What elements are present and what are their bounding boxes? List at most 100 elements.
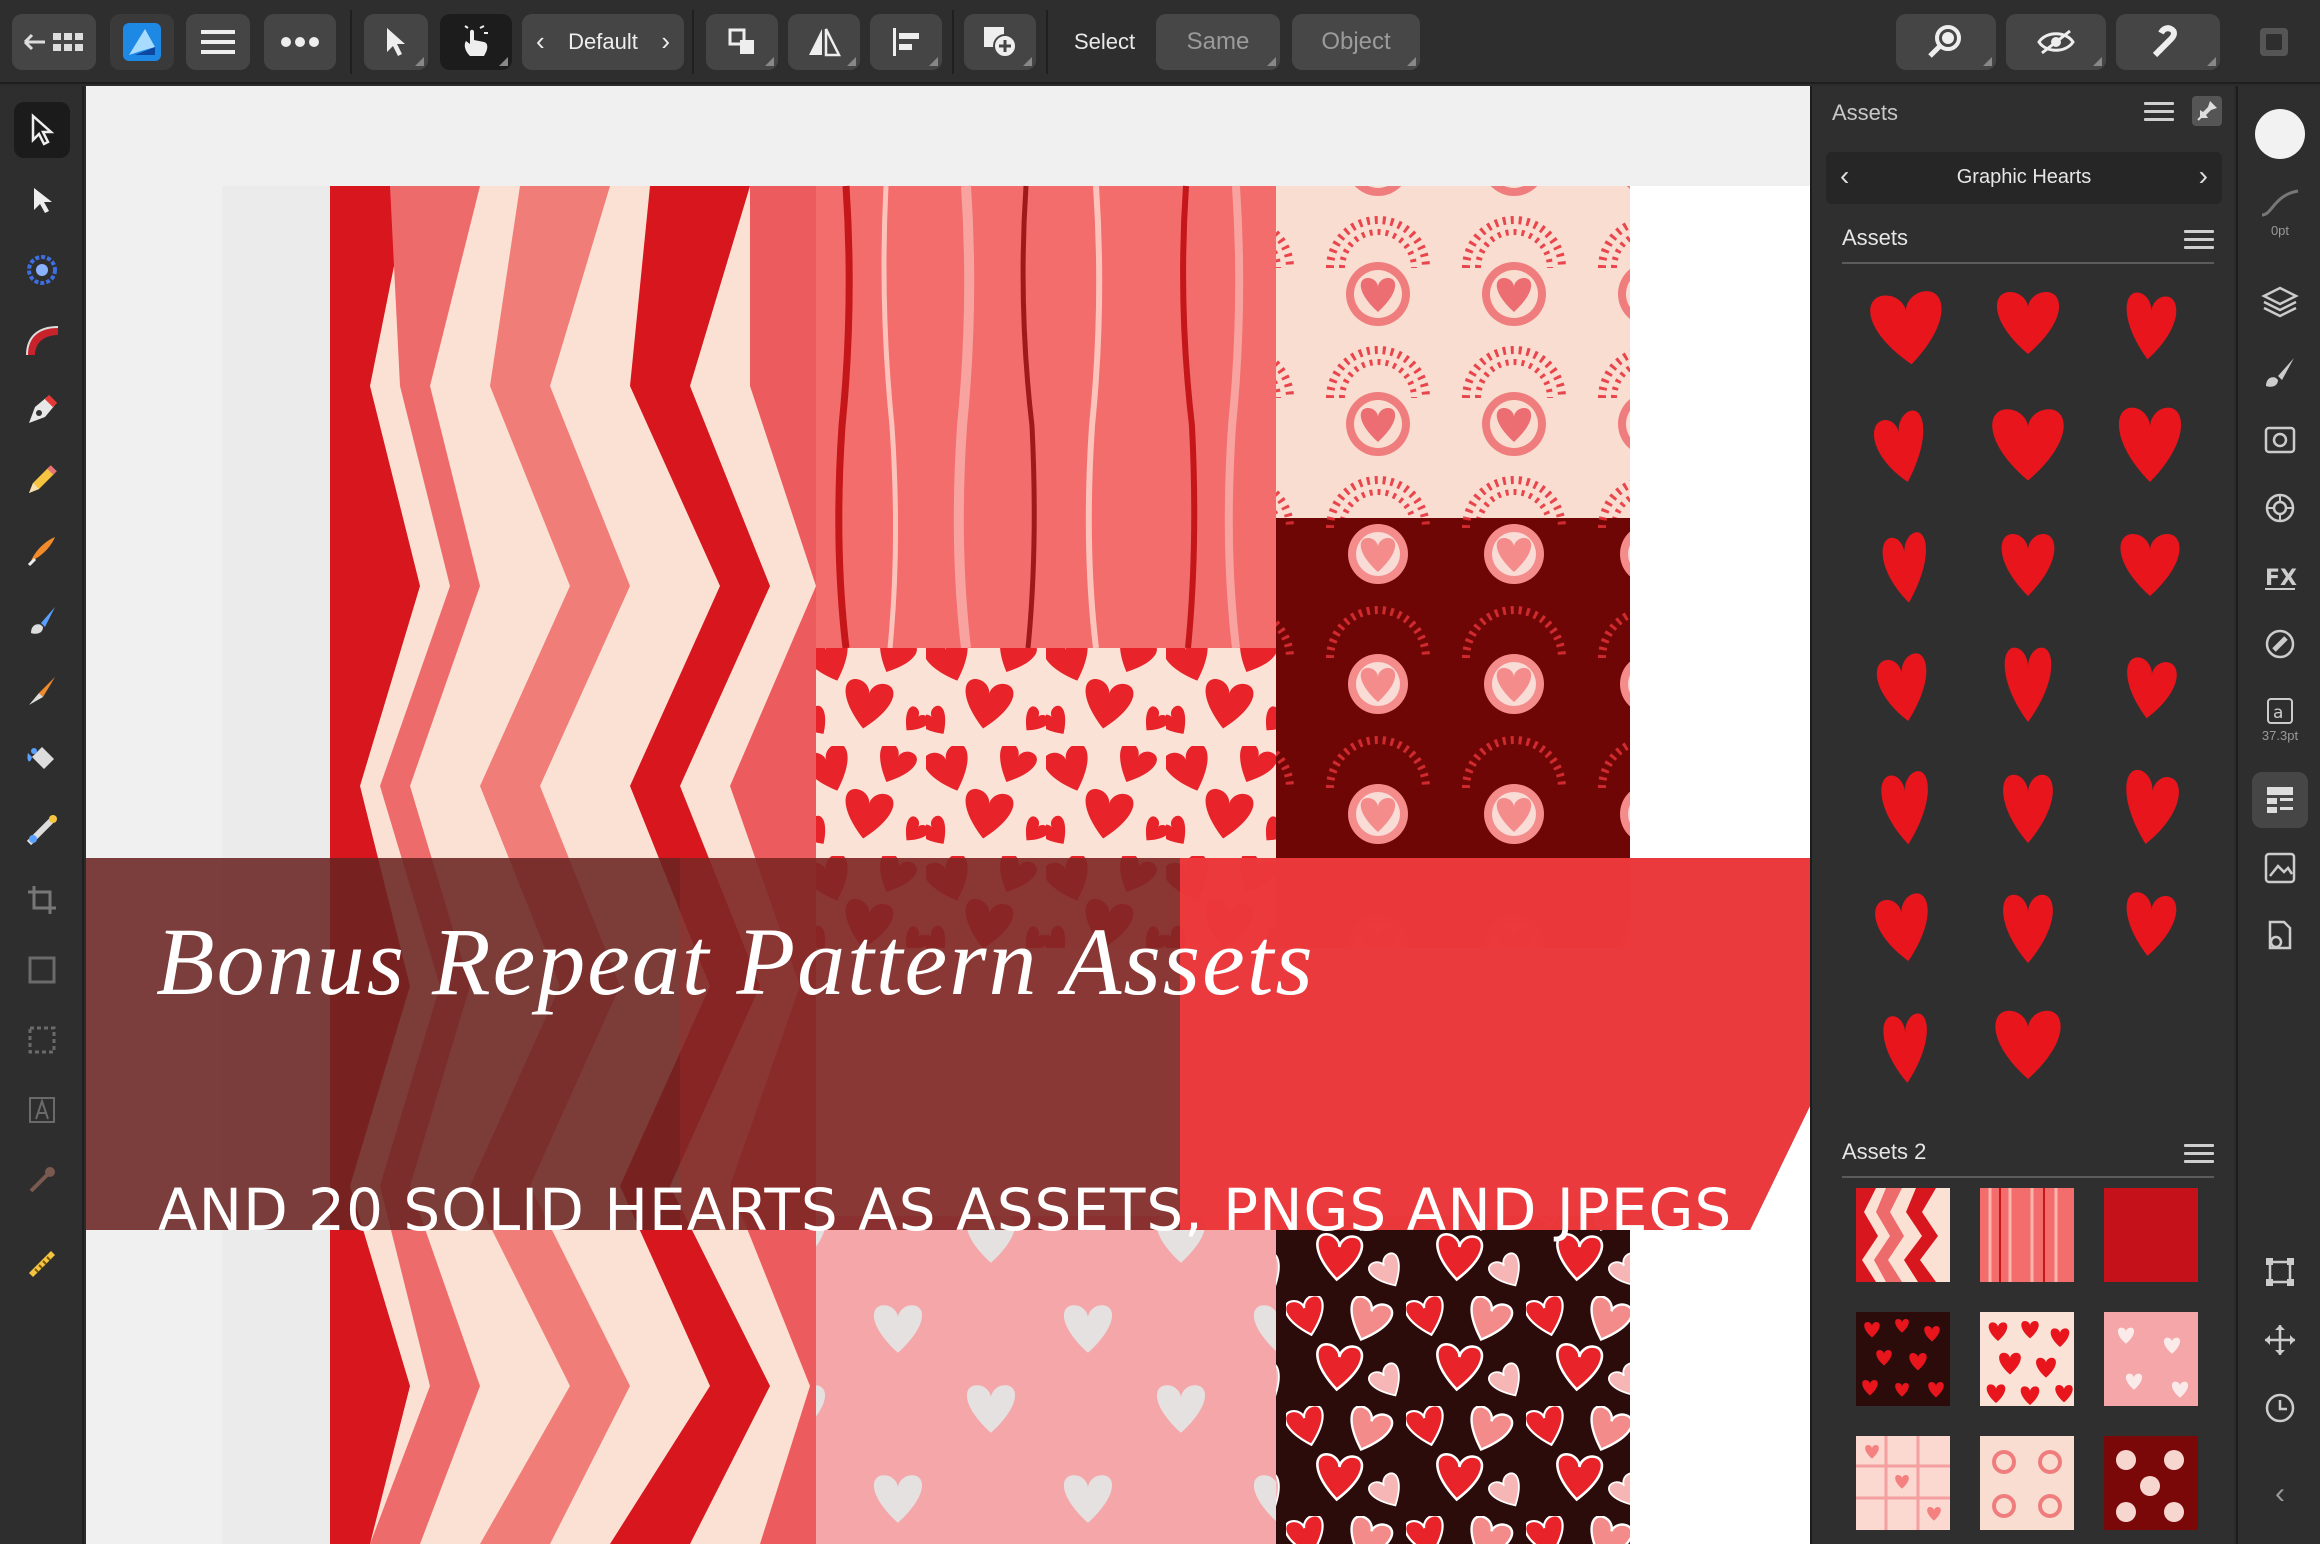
heart-asset-20[interactable] <box>1995 1010 2061 1079</box>
boolean-add-button[interactable] <box>964 14 1036 70</box>
node-tool[interactable] <box>14 172 70 228</box>
heart-asset-5[interactable] <box>1992 409 2064 481</box>
brushes-panel-button[interactable] <box>2252 344 2308 400</box>
pencil-curve-tool[interactable] <box>14 312 70 368</box>
pattern-thumb-dark-rings[interactable] <box>2104 1436 2198 1530</box>
heart-asset-18[interactable] <box>2122 890 2178 960</box>
heart-asset-19[interactable] <box>1882 1012 1930 1086</box>
heart-asset-14[interactable] <box>2003 774 2053 843</box>
gradient-tool[interactable] <box>14 802 70 858</box>
view-zoom-button[interactable] <box>1896 14 1996 70</box>
chevron-left-icon[interactable]: ‹ <box>536 26 545 57</box>
pencil-tool[interactable] <box>14 452 70 508</box>
document-window-button[interactable] <box>2252 22 2296 62</box>
heart-asset-13[interactable] <box>1880 769 1932 849</box>
transparency-panel-button[interactable] <box>2252 616 2308 672</box>
appearance-panel-button[interactable] <box>2252 412 2308 468</box>
heart-asset-16[interactable] <box>1873 891 1935 967</box>
fill-color-swatch[interactable] <box>2252 106 2308 162</box>
pattern-thumb-pink-hearts[interactable] <box>2104 1312 2198 1406</box>
gradient-icon <box>26 815 57 846</box>
section-menu-icon[interactable] <box>2184 230 2214 250</box>
arrange-button[interactable] <box>706 14 778 70</box>
pattern-thumb-red-hearts[interactable] <box>1980 1312 2074 1406</box>
layers-icon <box>2261 286 2299 318</box>
crop-tool[interactable] <box>14 872 70 928</box>
touch-mode-button[interactable] <box>440 14 512 70</box>
select-object-button[interactable]: Object <box>1292 14 1420 70</box>
document-canvas[interactable]: Bonus Repeat Pattern Assets AND 20 SOLID… <box>86 86 1810 1544</box>
eyedropper-tool[interactable] <box>14 1152 70 1208</box>
more-button[interactable] <box>264 14 336 70</box>
heart-asset-7[interactable] <box>1881 530 1931 608</box>
panel-pin-button[interactable] <box>2192 96 2222 126</box>
fill-brush-tool[interactable] <box>14 592 70 648</box>
assets-section-header[interactable]: Assets <box>1842 216 2214 264</box>
heart-assets-grid[interactable] <box>1832 270 2222 1190</box>
heart-asset-2[interactable] <box>1996 292 2060 354</box>
pattern-thumb-check-hearts[interactable] <box>1856 1436 1950 1530</box>
stock-panel-button[interactable] <box>2252 840 2308 896</box>
knife-brush-icon <box>29 677 55 705</box>
heart-asset-12[interactable] <box>2122 655 2179 723</box>
fill-tool[interactable] <box>14 732 70 788</box>
pen-tool[interactable] <box>14 382 70 438</box>
move-tool-mode-button[interactable] <box>364 14 428 70</box>
affinity-designer-logo[interactable] <box>110 14 174 70</box>
document-settings-button[interactable] <box>2252 908 2308 964</box>
vector-brush-tool[interactable] <box>14 522 70 578</box>
text-tool[interactable] <box>14 1082 70 1138</box>
heart-asset-10[interactable] <box>1875 651 1933 727</box>
heart-asset-15[interactable] <box>2119 767 2181 851</box>
navigator-panel-button[interactable] <box>2252 1312 2308 1368</box>
smudge-tool[interactable] <box>14 662 70 718</box>
assets-2-section-header[interactable]: Assets 2 <box>1842 1130 2214 1178</box>
back-to-gallery-button[interactable] <box>12 14 96 70</box>
align-button[interactable] <box>870 14 942 70</box>
persona-selector[interactable]: ‹ Default › <box>522 14 684 70</box>
corner-tool[interactable] <box>14 242 70 298</box>
section-2-menu-icon[interactable] <box>2184 1144 2214 1164</box>
select-same-button[interactable]: Same <box>1156 14 1280 70</box>
category-next-icon[interactable]: › <box>2199 160 2208 192</box>
pattern-thumb-ring-hearts[interactable] <box>1980 1436 2074 1530</box>
heart-asset-17[interactable] <box>2003 894 2053 963</box>
heart-asset-9[interactable] <box>2120 534 2180 596</box>
ellipsis-icon <box>281 37 319 47</box>
select-same-label: Same <box>1186 28 1250 55</box>
heart-asset-4[interactable] <box>1871 407 1932 491</box>
paint-brush-icon <box>31 607 55 634</box>
collapse-strip-button[interactable]: ‹ <box>2252 1466 2308 1522</box>
history-panel-button[interactable] <box>2252 1380 2308 1436</box>
color-panel-button[interactable] <box>2252 480 2308 536</box>
brush-icon <box>27 537 55 567</box>
top-toolbar: ‹ Default › Select Same Object <box>0 0 2320 84</box>
measure-tool[interactable] <box>14 1236 70 1292</box>
effects-panel-button[interactable]: FX <box>2252 548 2308 604</box>
pattern-thumb-solid-red[interactable] <box>2104 1188 2198 1282</box>
pattern-thumb-dark-hearts[interactable] <box>1856 1312 1950 1406</box>
move-tool[interactable] <box>14 102 70 158</box>
chevron-right-icon[interactable]: › <box>661 26 670 57</box>
main-menu-button[interactable] <box>186 14 250 70</box>
category-selector[interactable]: ‹ Graphic Hearts › <box>1826 152 2222 204</box>
pattern-thumb-zigzag[interactable] <box>1856 1188 1950 1282</box>
heart-asset-1[interactable] <box>1868 289 1948 369</box>
text-styles-panel-button[interactable]: a 37.3pt <box>2252 684 2308 754</box>
transform-panel-button[interactable] <box>2252 1244 2308 1300</box>
rectangle-tool[interactable] <box>14 942 70 998</box>
category-label: Graphic Hearts <box>1956 166 2092 188</box>
layers-panel-button[interactable] <box>2252 274 2308 330</box>
panel-menu-button[interactable] <box>2144 100 2174 124</box>
heart-asset-11[interactable] <box>2004 647 2052 722</box>
place-image-tool[interactable] <box>14 1012 70 1068</box>
heart-asset-6[interactable] <box>2118 407 2182 482</box>
flip-button[interactable] <box>788 14 860 70</box>
pattern-thumb-stripes[interactable] <box>1980 1188 2074 1282</box>
snapping-button[interactable] <box>2116 14 2220 70</box>
stroke-width-control[interactable]: 0pt <box>2252 176 2308 246</box>
view-mode-button[interactable] <box>2006 14 2106 70</box>
heart-asset-8[interactable] <box>2001 534 2055 596</box>
assets-panel-button[interactable] <box>2252 772 2308 828</box>
heart-asset-3[interactable] <box>2122 291 2178 363</box>
